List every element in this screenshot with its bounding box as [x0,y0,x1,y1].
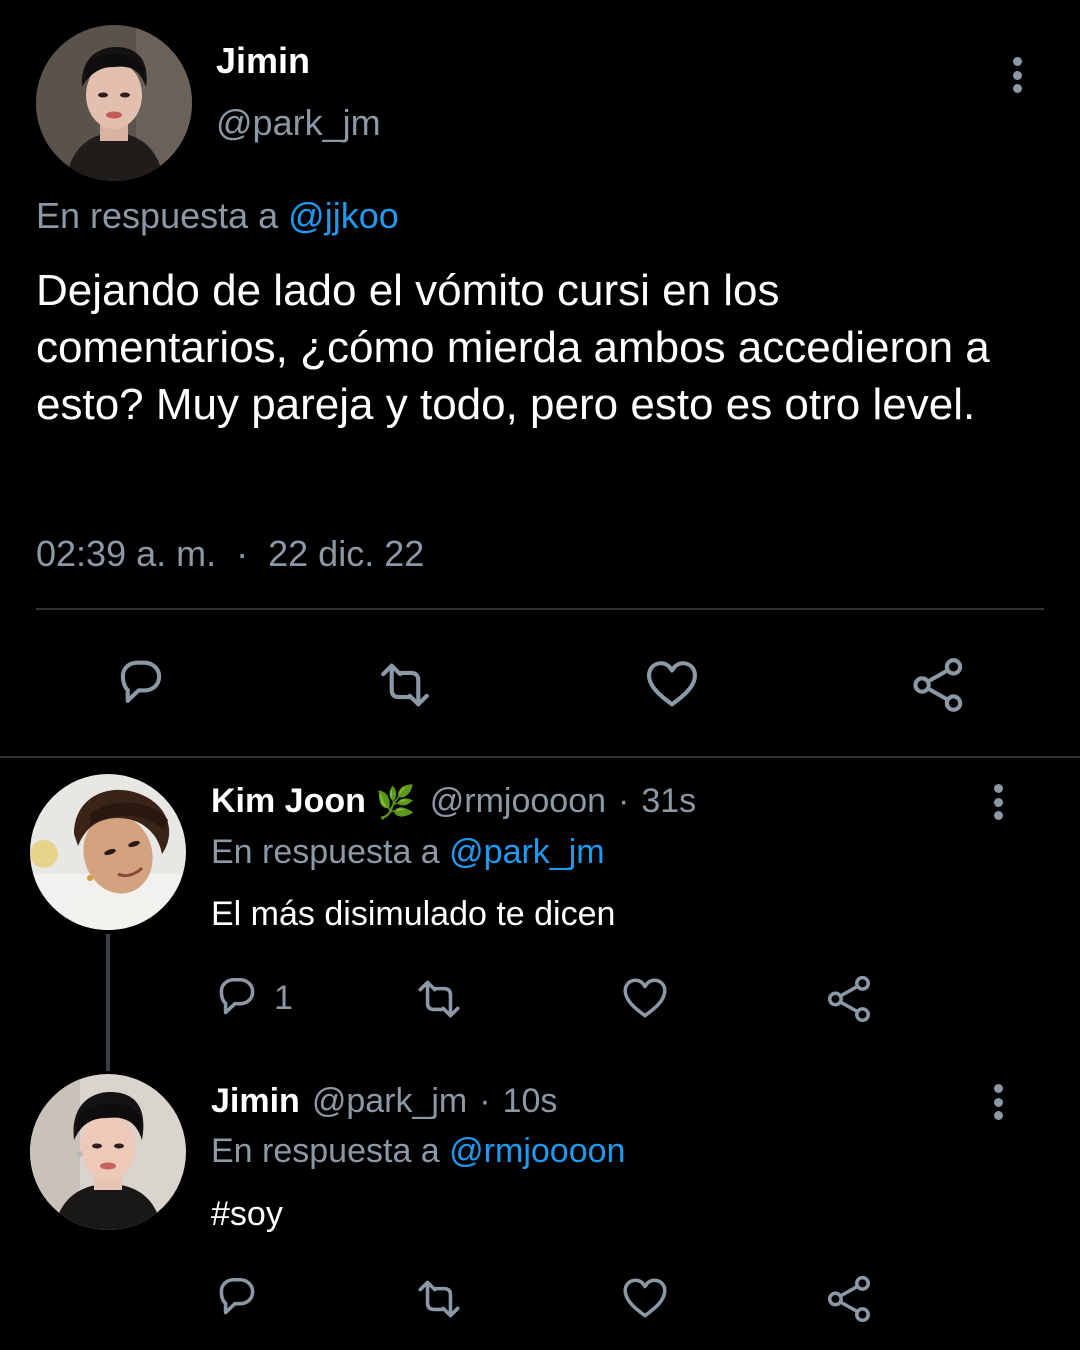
avatar-photo [30,774,186,930]
more-options-icon[interactable] [988,1084,1008,1120]
replying-to-link[interactable]: @rmjoooon [449,1132,625,1170]
replying-prefix: En respuesta a [211,833,440,871]
share-icon[interactable] [910,656,968,714]
retweet-icon[interactable] [376,656,434,714]
retweet-icon[interactable] [414,974,464,1024]
reply-author-name[interactable]: Jimin [211,1082,300,1121]
tweet-date[interactable]: 22 dic. 22 [268,533,424,574]
replying-to-link[interactable]: @park_jm [449,833,604,871]
reply-author-handle[interactable]: @park_jm [312,1082,467,1121]
reply-text: El más disimulado te dicen [211,895,616,933]
tweet-timestamp: 02:39 a. m. · 22 dic. 22 [36,533,424,575]
reply-icon[interactable] [212,1274,262,1324]
tweet-time: 02:39 a. m. [36,533,217,574]
meta-separator: · [236,533,249,574]
author-name[interactable]: Jimin [216,40,310,82]
reply-actions: 1 [0,970,1080,1030]
reply-header: Kim Joon 🌿 @rmjoooon · 31s [211,782,696,821]
like-icon[interactable] [643,656,701,714]
replying-prefix: En respuesta a [211,1132,440,1170]
reply-actions [0,1270,1080,1330]
share-icon[interactable] [825,974,875,1024]
replying-prefix: En respuesta a [36,195,279,236]
reply-header: Jimin @park_jm · 10s [211,1082,557,1121]
reply-author-handle[interactable]: @rmjoooon [430,782,606,821]
reply-count: 1 [274,979,293,1017]
more-options-icon[interactable] [988,784,1008,820]
more-options-icon[interactable] [1007,57,1027,93]
tweet-text: Dejando de lado el vómito cursi en los c… [36,266,990,429]
reply-author-name[interactable]: Kim Joon [211,782,366,821]
author-avatar[interactable] [36,25,192,181]
reply-avatar[interactable] [30,774,186,930]
meta-separator: · [479,1082,491,1120]
meta-separator: · [618,782,630,820]
divider [36,608,1044,610]
reply-icon[interactable] [112,656,170,714]
retweet-icon[interactable] [414,1274,464,1324]
verified-leaf-emoji: 🌿 [375,783,416,820]
reply-time[interactable]: 10s [503,1082,558,1121]
reply-time[interactable]: 31s [641,782,696,821]
reply-icon[interactable] [212,974,262,1024]
replying-to-link[interactable]: @jjkoo [288,195,399,236]
section-divider [0,756,1080,758]
reply-avatar[interactable] [30,1074,186,1230]
replying-to: En respuesta a @park_jm [211,833,605,872]
tweet-actions [0,640,1080,730]
share-icon[interactable] [825,1274,875,1324]
like-icon[interactable] [620,1274,670,1324]
avatar-photo [36,25,192,181]
avatar-photo [30,1074,186,1230]
replying-to: En respuesta a @jjkoo [36,195,399,237]
hashtag-link[interactable]: #soy [211,1195,283,1234]
author-handle[interactable]: @park_jm [216,102,381,144]
replying-to: En respuesta a @rmjoooon [211,1132,625,1171]
like-icon[interactable] [620,974,670,1024]
